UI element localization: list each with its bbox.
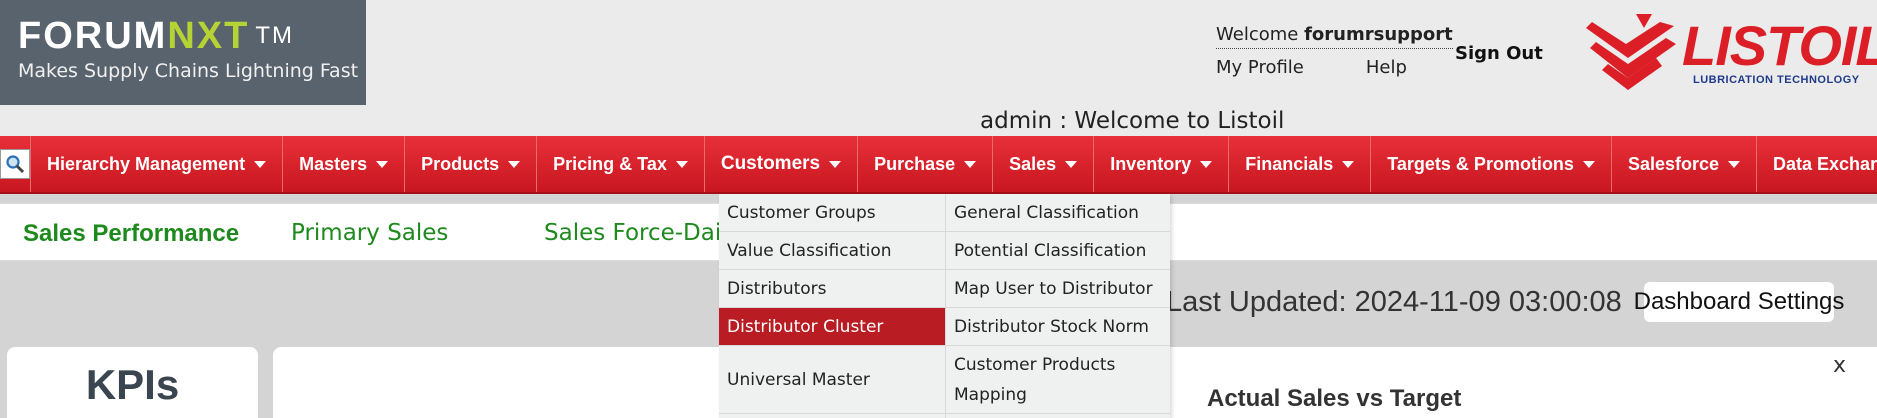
nav-hierarchy-management[interactable]: Hierarchy Management — [30, 136, 282, 192]
last-updated-text: Last Updated: 2024-11-09 03:00:08 — [1166, 286, 1622, 318]
nav-label: Targets & Promotions — [1387, 153, 1574, 174]
welcome-prefix: Welcome — [1216, 24, 1299, 45]
menu-item-map-user-to-distributor[interactable]: Map User to Distributor — [946, 270, 1170, 308]
nav-targets-promotions[interactable]: Targets & Promotions — [1370, 136, 1611, 192]
nav-label: Pricing & Tax — [553, 153, 667, 174]
nav-label: Masters — [299, 153, 368, 174]
listoil-emblem-icon — [1586, 14, 1676, 90]
nav-inventory[interactable]: Inventory — [1093, 136, 1228, 192]
listoil-logo: LISTOIL LUBRICATION TECHNOLOGY — [1586, 14, 1877, 92]
caret-down-icon — [964, 160, 977, 168]
logo-title: FORUMNXT TM — [18, 14, 348, 58]
admin-welcome: admin : Welcome to Listoil — [980, 108, 1285, 134]
nav-sales[interactable]: Sales — [992, 136, 1093, 192]
tab-sales-force-daily[interactable]: Sales Force-Daily — [544, 220, 741, 246]
nav-masters[interactable]: Masters — [282, 136, 404, 192]
search-icon — [6, 155, 25, 174]
nav-label: Purchase — [874, 153, 956, 174]
main-nav: Hierarchy Management Masters Products Pr… — [0, 136, 1877, 194]
nav-label: Customers — [720, 153, 821, 174]
menu-item-distributor-cluster[interactable]: Distributor Cluster — [719, 308, 945, 346]
menu-item-potential-classification[interactable]: Potential Classification — [946, 232, 1170, 270]
chart-title: Actual Sales vs Target — [1207, 385, 1462, 412]
search-icon-box — [0, 149, 30, 179]
brand-name: LISTOIL — [1682, 14, 1877, 77]
caret-down-icon — [1728, 160, 1741, 168]
caret-down-icon — [675, 160, 688, 168]
nav-search-button[interactable] — [0, 136, 30, 192]
caret-down-icon — [1200, 160, 1213, 168]
nav-data-exchange[interactable]: Data Exchar — [1756, 136, 1877, 192]
menu-item-general-classification[interactable]: General Classification — [946, 194, 1170, 232]
close-panel-button[interactable]: x — [1833, 353, 1846, 378]
help-link[interactable]: Help — [1366, 57, 1407, 78]
dropdown-column-left: Customer Groups Value Classification Dis… — [719, 194, 945, 418]
forumnxt-logo[interactable]: FORUMNXT TM Makes Supply Chains Lightning… — [0, 0, 366, 105]
kpi-title: KPIs — [85, 361, 180, 408]
welcome-line: Welcome forumrsupport — [1216, 24, 1453, 49]
menu-item-customer-products-mapping[interactable]: Customer Products Mapping — [946, 346, 1170, 414]
profile-links: My Profile Help — [1216, 57, 1453, 78]
my-profile-link[interactable]: My Profile — [1216, 57, 1304, 78]
nav-products[interactable]: Products — [404, 136, 536, 192]
username: forumrsupport — [1304, 24, 1453, 45]
nav-label: Products — [421, 153, 500, 174]
nav-label: Hierarchy Management — [47, 153, 246, 174]
trademark-mark: TM — [255, 22, 294, 49]
brand-tagline: LUBRICATION TECHNOLOGY — [1693, 74, 1860, 86]
sign-out-link[interactable]: Sign Out — [1455, 43, 1543, 64]
nav-financials[interactable]: Financials — [1228, 136, 1370, 192]
caret-down-icon — [1582, 160, 1595, 168]
menu-item-distributors[interactable]: Distributors — [719, 270, 945, 308]
customers-dropdown-menu: Customer Groups Value Classification Dis… — [719, 194, 1170, 418]
nav-salesforce[interactable]: Salesforce — [1610, 136, 1756, 192]
logo-tagline: Makes Supply Chains Lightning Fast — [18, 60, 359, 82]
kpi-panel: KPIs — [7, 347, 258, 418]
user-welcome: Welcome forumrsupport My Profile Help — [1216, 24, 1453, 78]
caret-down-icon — [508, 160, 521, 168]
app-header: FORUMNXT TM Makes Supply Chains Lightning… — [0, 0, 1877, 136]
dashboard-settings-button[interactable]: Dashboard Settings — [1634, 282, 1844, 322]
caret-down-icon — [1065, 160, 1078, 168]
menu-item-universal-master[interactable]: Universal Master — [719, 346, 945, 414]
nav-label: Salesforce — [1627, 153, 1720, 174]
nav-label: Data Exchar — [1773, 153, 1877, 174]
dropdown-column-right: General Classification Potential Classif… — [945, 194, 1170, 418]
caret-down-icon — [1342, 160, 1355, 168]
logo-title-accent: NXT — [167, 15, 250, 57]
menu-item-value-classification[interactable]: Value Classification — [719, 232, 945, 270]
nav-label: Inventory — [1110, 153, 1192, 174]
nav-label: Financials — [1245, 153, 1334, 174]
menu-item-distributor-stock-norm[interactable]: Distributor Stock Norm — [946, 308, 1170, 346]
caret-down-icon — [376, 160, 389, 168]
tab-primary-sales[interactable]: Primary Sales — [291, 220, 448, 246]
caret-down-icon — [829, 160, 842, 168]
tab-sales-performance[interactable]: Sales Performance — [23, 220, 239, 248]
menu-item-customer-groups[interactable]: Customer Groups — [719, 194, 945, 232]
logo-title-main: FORUM — [18, 15, 168, 57]
nav-customers[interactable]: Customers — [703, 136, 857, 192]
nav-purchase[interactable]: Purchase — [857, 136, 992, 192]
caret-down-icon — [254, 160, 267, 168]
nav-label: Sales — [1009, 153, 1057, 174]
nav-pricing-tax[interactable]: Pricing & Tax — [536, 136, 704, 192]
